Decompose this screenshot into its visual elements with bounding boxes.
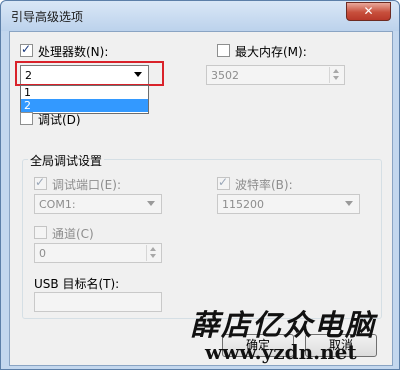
channel-label: 通道(C) [52, 227, 94, 241]
channel-checkbox[interactable] [34, 226, 47, 239]
processors-dropdown-list: 1 2 [20, 85, 149, 114]
processors-checkbox[interactable] [20, 42, 33, 57]
usb-target-label: USB 目标名(T): [34, 277, 120, 291]
processors-label: 处理器数(N): [38, 45, 109, 59]
debug-port-checkbox[interactable] [34, 175, 47, 190]
dropdown-option-1[interactable]: 1 [21, 86, 148, 99]
window-title: 引导高级选项 [11, 10, 84, 24]
max-memory-checkbox[interactable] [217, 44, 230, 57]
spinner-buttons[interactable] [146, 245, 160, 261]
spin-up-icon[interactable] [333, 69, 339, 73]
spin-down-icon[interactable] [150, 254, 156, 258]
spinner-buttons[interactable] [329, 67, 343, 83]
spin-up-icon[interactable] [150, 247, 156, 251]
chevron-down-icon[interactable] [345, 201, 353, 206]
max-memory-value: 3502 [211, 69, 239, 82]
baud-rate-label: 波特率(B): [235, 178, 293, 192]
usb-target-input[interactable] [34, 292, 162, 312]
title-bar[interactable]: 引导高级选项 ✕ [1, 1, 399, 31]
debug-port-label: 调试端口(E): [52, 178, 121, 192]
debug-checkbox[interactable] [20, 112, 33, 125]
watermark-brand-text: 薛店亿众电脑 [190, 308, 377, 342]
channel-spinner[interactable]: 0 [34, 243, 162, 263]
close-icon: ✕ [363, 4, 374, 18]
global-debug-title: 全局调试设置 [28, 152, 105, 169]
highlight-annotation-box [15, 61, 164, 86]
channel-value: 0 [39, 247, 46, 260]
watermark-url: www.yzdn.net [205, 340, 357, 364]
chevron-down-icon[interactable] [147, 201, 155, 206]
max-memory-label: 最大内存(M): [235, 45, 307, 59]
debug-label: 调试(D) [38, 113, 81, 127]
baud-rate-checkbox[interactable] [217, 175, 230, 190]
spin-down-icon[interactable] [333, 76, 339, 80]
debug-port-dropdown[interactable]: COM1: [34, 194, 162, 214]
baud-rate-dropdown[interactable]: 115200 [217, 194, 360, 214]
max-memory-spinner[interactable]: 3502 [206, 65, 345, 85]
debug-port-value: COM1: [39, 198, 76, 211]
baud-rate-value: 115200 [222, 198, 264, 211]
close-button[interactable]: ✕ [346, 2, 391, 21]
